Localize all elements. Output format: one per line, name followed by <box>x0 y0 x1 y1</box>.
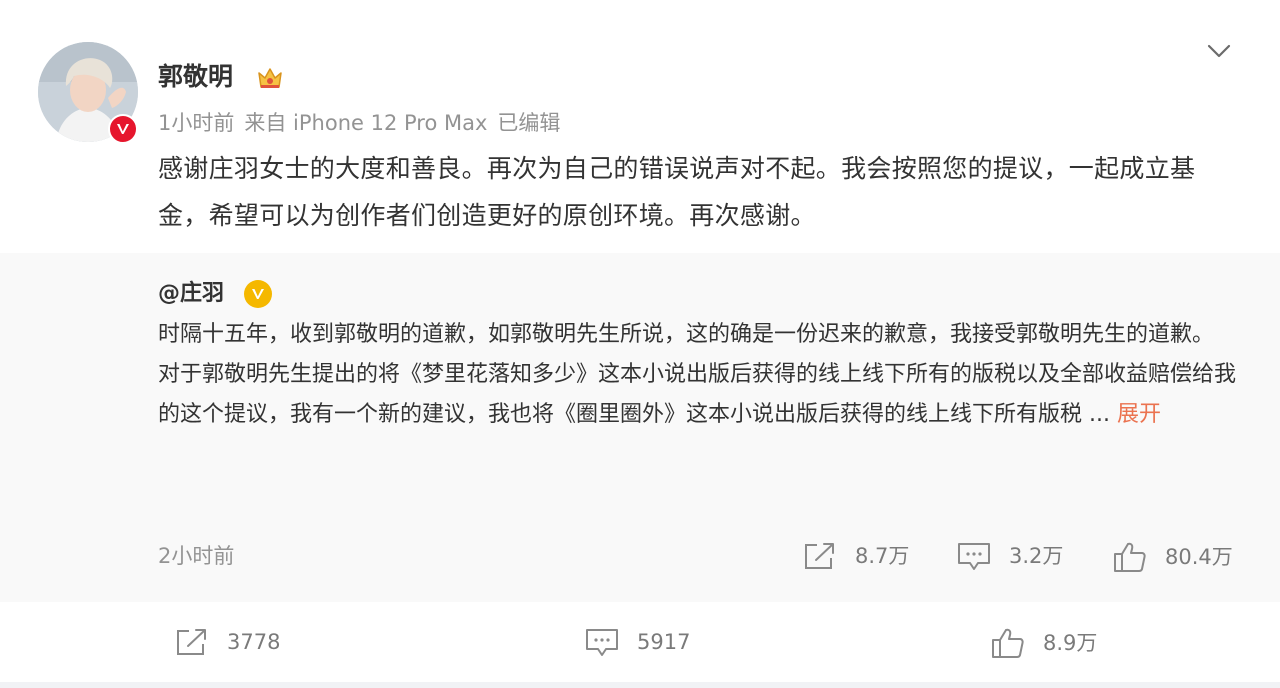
share-count: 8.7万 <box>855 544 910 568</box>
post-action-bar: 3778 5917 8.9万 <box>0 602 1280 682</box>
weibo-post-card: 郭敬明 1小时前 来自 iPhone 12 Pro Max 已编辑 感谢庄羽女士的大… <box>0 0 1280 682</box>
repost-block[interactable]: @庄羽 时隔十五年，收到郭敬明的道歉，如郭敬明先生所说，这的确是一份迟来的歉意，… <box>0 253 1280 602</box>
verified-icon <box>252 289 264 299</box>
expand-link[interactable]: 展开 <box>1117 402 1161 427</box>
share-button[interactable]: 3778 <box>175 627 280 657</box>
verified-icon <box>117 124 129 134</box>
share-icon <box>177 629 206 655</box>
comment-count: 5917 <box>637 630 691 654</box>
like-count: 8.9万 <box>1043 631 1098 655</box>
repost-paragraph: 对于郭敬明先生提出的将《梦里花落知多少》这本小说出版后获得的线上线下所有的版税以… <box>158 362 1237 427</box>
like-button[interactable]: 8.9万 <box>991 627 1097 659</box>
repost-comment-button[interactable]: 3.2万 <box>957 541 1063 571</box>
crown-icon[interactable] <box>255 63 285 93</box>
post-source: 来自 iPhone 12 Pro Max <box>244 111 488 135</box>
comment-icon <box>586 629 618 656</box>
like-icon <box>1114 542 1146 572</box>
comment-icon <box>958 543 990 570</box>
comment-count: 3.2万 <box>1009 544 1064 568</box>
comment-button[interactable]: 5917 <box>585 627 690 657</box>
ellipsis: ... <box>1089 402 1110 427</box>
repost-author[interactable]: @庄羽 <box>158 279 224 309</box>
share-count: 3778 <box>227 630 281 654</box>
repost-share-button[interactable]: 8.7万 <box>803 541 909 571</box>
post-text: 感谢庄羽女士的大度和善良。再次为自己的错误说声对不起。我会按照您的提议，一起成立… <box>158 154 1196 230</box>
post-meta: 1小时前 来自 iPhone 12 Pro Max 已编辑 <box>158 108 570 138</box>
chevron-down-icon[interactable] <box>1204 36 1234 66</box>
share-icon <box>805 543 834 569</box>
repost-like-button[interactable]: 80.4万 <box>1113 541 1233 573</box>
repost-text: 时隔十五年，收到郭敬明的道歉，如郭敬明先生所说，这的确是一份迟来的歉意，我接受郭… <box>158 315 1243 435</box>
author-name[interactable]: 郭敬明 <box>158 60 233 94</box>
post-time[interactable]: 1小时前 <box>158 111 234 135</box>
like-count: 80.4万 <box>1165 545 1233 569</box>
verified-badge-gold <box>244 280 272 308</box>
edited-label[interactable]: 已编辑 <box>497 111 560 135</box>
repost-time[interactable]: 2小时前 <box>158 541 234 571</box>
like-icon <box>992 628 1024 658</box>
repost-paragraph: 时隔十五年，收到郭敬明的道歉，如郭敬明先生所说，这的确是一份迟来的歉意，我接受郭… <box>158 322 1215 347</box>
verified-badge <box>108 114 138 144</box>
